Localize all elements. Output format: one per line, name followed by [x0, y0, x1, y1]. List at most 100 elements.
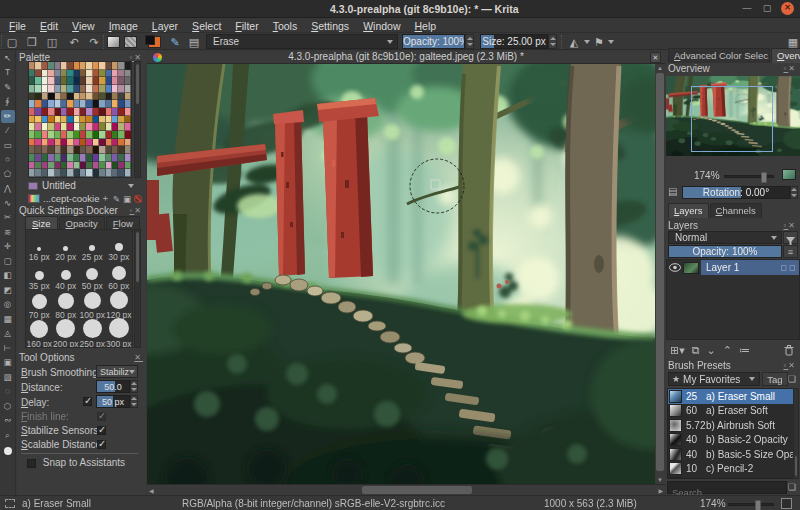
- tool-ellipse[interactable]: ○: [1, 153, 15, 166]
- menu-filter[interactable]: Filter: [228, 20, 265, 32]
- brush-size-preset[interactable]: 30 px: [106, 233, 133, 262]
- move-layer-up-button[interactable]: ⌃: [723, 344, 732, 357]
- delay-spinner[interactable]: [130, 395, 138, 408]
- palette-swatch[interactable]: [125, 100, 131, 108]
- layer-visibility-icon[interactable]: [669, 263, 681, 272]
- tab-advanced-color-selector[interactable]: Advanced Color Selec...: [668, 48, 770, 63]
- menu-edit[interactable]: Edit: [33, 20, 65, 32]
- canvas-titlebar[interactable]: 4.3.0-prealpha (git 8c9b10e): galteed.jp…: [147, 51, 665, 64]
- overview-docker-buttons[interactable]: ▫✕: [783, 64, 797, 73]
- delay-checkbox[interactable]: [83, 397, 92, 406]
- palette-swatch[interactable]: [125, 131, 131, 139]
- maximize-button[interactable]: ▢: [760, 2, 774, 16]
- save-icon[interactable]: ◫: [45, 35, 59, 49]
- gradient-chip[interactable]: [107, 36, 120, 48]
- brush-preset-item[interactable]: 40b) Basic-5 Size Opacity: [668, 447, 798, 462]
- tool-measure[interactable]: ▣: [1, 356, 15, 369]
- add-swatch-icon[interactable]: ＋: [101, 192, 110, 205]
- palette-scrollbar[interactable]: [134, 61, 141, 178]
- tool-freehand-path[interactable]: ✂: [1, 211, 15, 224]
- tool-freehand-brush[interactable]: ✏: [1, 110, 15, 123]
- checkbox[interactable]: [97, 440, 106, 449]
- tool-multibrush[interactable]: ✛: [1, 240, 15, 253]
- layer-properties-button[interactable]: ≔: [739, 344, 750, 357]
- brush-preset-item[interactable]: 25a) Eraser Small: [668, 389, 798, 404]
- tool-dynamic-brush[interactable]: ≋: [1, 226, 15, 239]
- import-preset-icon[interactable]: ❏: [788, 481, 798, 494]
- palette-set-dropdown[interactable]: [128, 184, 134, 188]
- palette-swatch[interactable]: [125, 93, 131, 101]
- menu-help[interactable]: Help: [407, 20, 443, 32]
- tool-calligraphy[interactable]: ∮: [1, 95, 15, 108]
- brush-size-preset[interactable]: 40 px: [53, 262, 80, 291]
- brush-size-preset[interactable]: 300 px: [106, 320, 133, 348]
- menu-file[interactable]: File: [2, 20, 33, 32]
- rotation-reset-icon[interactable]: ▤: [668, 186, 680, 198]
- distance-spinner[interactable]: [130, 380, 138, 393]
- undo-icon[interactable]: ↶: [67, 35, 81, 49]
- tab-channels[interactable]: Channels: [710, 203, 762, 218]
- pattern-chip[interactable]: [124, 36, 137, 48]
- menu-layer[interactable]: Layer: [145, 20, 185, 32]
- tool-polygon-select[interactable]: ⬡: [1, 400, 15, 413]
- mirror-vertical-icon[interactable]: ⚑: [592, 35, 606, 49]
- new-document-icon[interactable]: ▢: [5, 35, 19, 49]
- opacity-spinner[interactable]: [465, 34, 474, 49]
- palette-swatch[interactable]: [125, 70, 131, 78]
- brush-preset-item[interactable]: 40b) Basic-2 Opacity: [668, 433, 798, 448]
- fg-color-chip[interactable]: [145, 35, 155, 45]
- tool-move[interactable]: ◧: [1, 269, 15, 282]
- palette-grid[interactable]: [28, 61, 132, 178]
- swatch-file-row[interactable]: ...cept-cookie ＋ ✎ ▣: [28, 192, 142, 205]
- snap-to-assistants-row[interactable]: Snap to Assistants: [27, 457, 125, 468]
- blend-mode-combo[interactable]: Normal: [668, 231, 782, 244]
- size-spinner[interactable]: [548, 34, 557, 49]
- layer-row[interactable]: Layer 1◻ ◻: [667, 260, 799, 275]
- menu-tools[interactable]: Tools: [266, 20, 305, 32]
- brush-size-preset[interactable]: 16 px: [26, 233, 53, 262]
- palette-swatch[interactable]: [125, 62, 131, 70]
- tool-rectangle[interactable]: ▭: [1, 139, 15, 152]
- brush-preset-item[interactable]: 25: [668, 476, 798, 479]
- snap-checkbox[interactable]: [27, 459, 36, 468]
- brush-size-preset[interactable]: 60 px: [106, 262, 133, 291]
- brush-size-preset[interactable]: 250 px: [79, 320, 106, 348]
- statusbar-zoom-slider[interactable]: [728, 503, 774, 506]
- palette-swatch[interactable]: [125, 85, 131, 93]
- menu-settings[interactable]: Settings: [304, 20, 356, 32]
- open-document-icon[interactable]: ❒: [25, 35, 39, 49]
- tool-color-sampler[interactable]: ◬: [1, 327, 15, 340]
- palette-swatch[interactable]: [125, 169, 131, 177]
- canvas-vscrollbar[interactable]: ▲ ▼: [655, 64, 665, 484]
- overview-zoom-slider[interactable]: [724, 175, 774, 178]
- tool-options-buttons[interactable]: ✕: [134, 353, 143, 362]
- canvas-close-icon[interactable]: ✕: [650, 52, 661, 63]
- brush-size-preset[interactable]: 120 px: [106, 291, 133, 320]
- brush-size-preset[interactable]: 100 px: [79, 291, 106, 320]
- tool-fill[interactable]: ▨: [1, 371, 15, 384]
- tool-polyline[interactable]: ⋀: [1, 182, 15, 195]
- rotation-bar[interactable]: Rotation: 0.00°: [682, 186, 790, 199]
- palette-swatch[interactable]: [125, 108, 131, 116]
- tool-text[interactable]: T: [1, 66, 15, 79]
- palette-swatch[interactable]: [125, 162, 131, 170]
- delay-field[interactable]: 50 px: [96, 395, 130, 408]
- brush-preset-item[interactable]: 10c) Pencil-2: [668, 462, 798, 477]
- close-button[interactable]: ✕: [781, 2, 794, 15]
- menu-image[interactable]: Image: [102, 20, 145, 32]
- duplicate-layer-button[interactable]: ⧉: [692, 344, 700, 357]
- canvas-area[interactable]: ▲ ▼: [147, 64, 665, 484]
- delete-swatch-icon[interactable]: [134, 195, 142, 203]
- canvas-only-icon[interactable]: [781, 498, 792, 509]
- tool-ellipse-select[interactable]: ◌: [1, 385, 15, 398]
- tab-layers[interactable]: Layers: [668, 203, 709, 218]
- tool-zoom[interactable]: ⌕: [1, 429, 15, 442]
- tool-edit-shapes[interactable]: ✎: [1, 81, 15, 94]
- brush-size-preset[interactable]: 160 px: [26, 320, 53, 348]
- distance-field[interactable]: 50.0: [96, 380, 130, 393]
- brush-size-preset[interactable]: 35 px: [26, 262, 53, 291]
- tag-button[interactable]: Tag: [762, 372, 788, 386]
- workspace-icon[interactable]: ▤: [187, 35, 201, 49]
- tool-crop[interactable]: ◩: [1, 284, 15, 297]
- choose-workspace-icon[interactable]: ▦: [786, 35, 800, 49]
